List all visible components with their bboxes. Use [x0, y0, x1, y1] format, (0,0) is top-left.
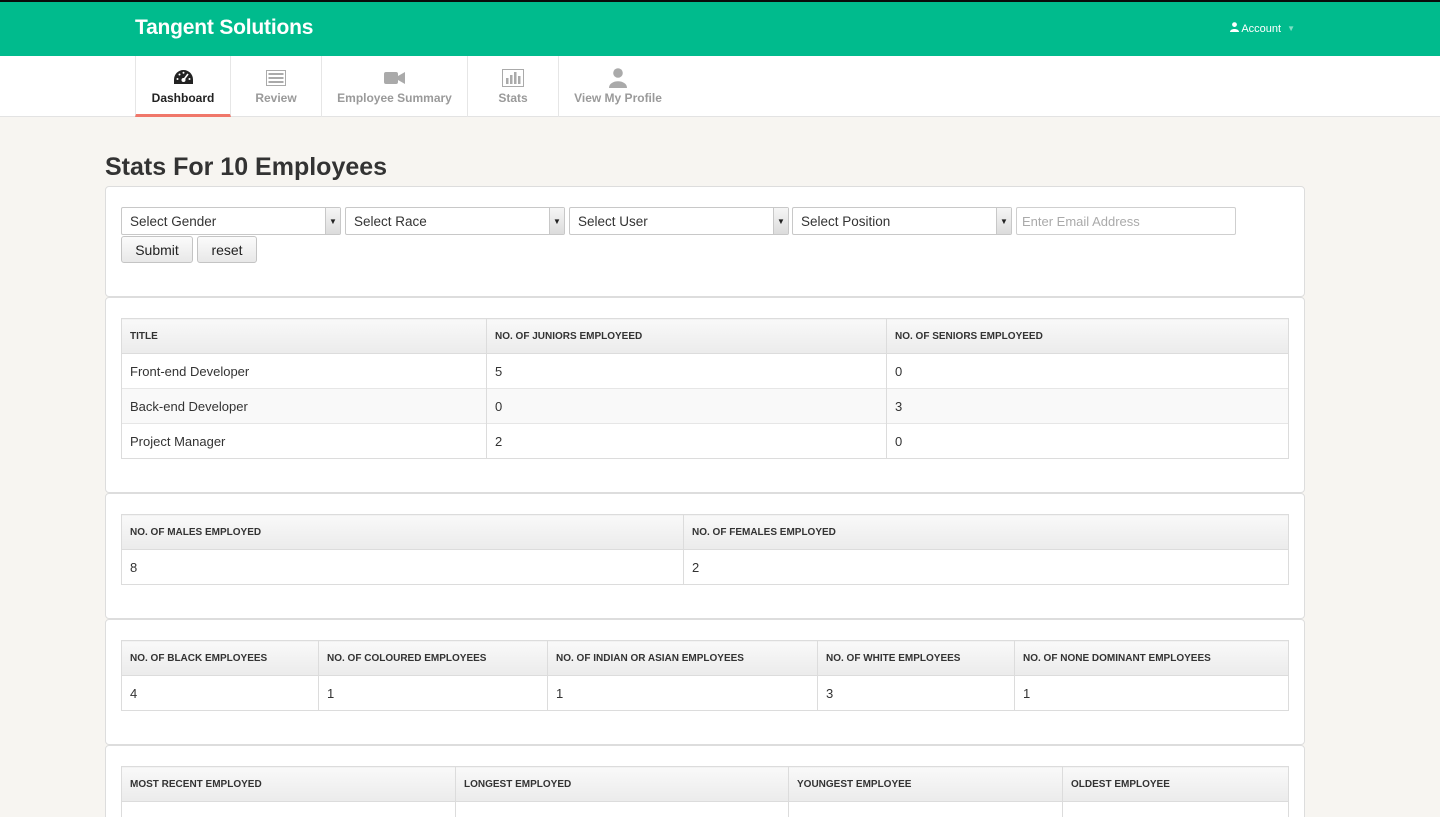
caret-down-icon: ▼	[1287, 24, 1295, 33]
table-cell: Front-end Developer	[121, 353, 487, 389]
race-select[interactable]: Select Race ▼	[345, 207, 565, 235]
table-cell: 0	[886, 353, 1289, 389]
table-cell	[455, 801, 789, 817]
gender-table: NO. OF MALES EMPLOYED NO. OF FEMALES EMP…	[121, 514, 1289, 585]
column-header: NO. OF COLOURED EMPLOYEES	[318, 640, 548, 676]
table-cell	[121, 801, 456, 817]
column-header: MOST RECENT EMPLOYED	[121, 766, 456, 802]
brand-title[interactable]: Tangent Solutions	[135, 16, 313, 40]
table-cell: 2	[683, 549, 1289, 585]
race-panel: NO. OF BLACK EMPLOYEES NO. OF COLOURED E…	[105, 619, 1305, 745]
table-row: Project Manager 2 0	[121, 423, 1289, 459]
select-arrow-icon: ▼	[773, 208, 788, 234]
table-cell: 8	[121, 549, 684, 585]
table-cell: Project Manager	[121, 423, 487, 459]
tab-dashboard[interactable]: Dashboard	[135, 56, 231, 117]
table-cell	[1062, 801, 1289, 817]
titles-panel: TITLE NO. OF JUNIORS EMPLOYEED NO. OF SE…	[105, 297, 1305, 493]
tab-label: Dashboard	[151, 91, 215, 105]
submit-button[interactable]: Submit	[121, 236, 193, 263]
table-row: 4 1 1 3 1	[121, 675, 1289, 711]
table-row	[121, 801, 1289, 817]
tab-view-my-profile[interactable]: View My Profile	[559, 56, 677, 117]
select-arrow-icon: ▼	[549, 208, 564, 234]
column-header: OLDEST EMPLOYEE	[1062, 766, 1289, 802]
table-header-row: NO. OF BLACK EMPLOYEES NO. OF COLOURED E…	[121, 640, 1289, 676]
tab-label: Review	[255, 91, 297, 105]
table-cell: 4	[121, 675, 319, 711]
table-row: Back-end Developer 0 3	[121, 388, 1289, 424]
filter-panel: Select Gender ▼ Select Race ▼ Select Use…	[105, 186, 1305, 297]
table-cell: 0	[486, 388, 887, 424]
column-header: NO. OF BLACK EMPLOYEES	[121, 640, 319, 676]
column-header: NO. OF INDIAN OR ASIAN EMPLOYEES	[547, 640, 818, 676]
select-arrow-icon: ▼	[325, 208, 340, 234]
table-header-row: MOST RECENT EMPLOYED LONGEST EMPLOYED YO…	[121, 766, 1289, 802]
column-header: NO. OF JUNIORS EMPLOYEED	[486, 318, 887, 354]
tab-label: View My Profile	[574, 91, 662, 105]
column-header: TITLE	[121, 318, 487, 354]
position-select[interactable]: Select Position ▼	[792, 207, 1012, 235]
page-title: Stats For 10 Employees	[105, 153, 388, 181]
titles-table: TITLE NO. OF JUNIORS EMPLOYEED NO. OF SE…	[121, 318, 1289, 459]
table-cell: 1	[1014, 675, 1289, 711]
column-header: NO. OF SENIORS EMPLOYEED	[886, 318, 1289, 354]
table-header-row: TITLE NO. OF JUNIORS EMPLOYEED NO. OF SE…	[121, 318, 1289, 354]
column-header: NO. OF MALES EMPLOYED	[121, 514, 684, 550]
select-arrow-icon: ▼	[996, 208, 1011, 234]
table-cell: 1	[547, 675, 818, 711]
gender-select-value: Select Gender	[130, 214, 217, 229]
video-camera-icon	[384, 68, 405, 88]
tab-label: Employee Summary	[337, 91, 452, 105]
column-header: YOUNGEST EMPLOYEE	[788, 766, 1063, 802]
email-input[interactable]	[1016, 207, 1236, 235]
user-select-value: Select User	[578, 214, 648, 229]
table-cell: Back-end Developer	[121, 388, 487, 424]
bar-chart-icon	[502, 68, 524, 88]
table-cell: 3	[886, 388, 1289, 424]
table-cell: 3	[817, 675, 1015, 711]
user-select[interactable]: Select User ▼	[569, 207, 789, 235]
table-header-row: NO. OF MALES EMPLOYED NO. OF FEMALES EMP…	[121, 514, 1289, 550]
user-icon	[609, 68, 627, 88]
gender-select[interactable]: Select Gender ▼	[121, 207, 341, 235]
table-cell: 1	[318, 675, 548, 711]
gender-panel: NO. OF MALES EMPLOYED NO. OF FEMALES EMP…	[105, 493, 1305, 619]
account-label: Account	[1241, 22, 1282, 35]
tab-stats[interactable]: Stats	[468, 56, 559, 117]
table-cell: 5	[486, 353, 887, 389]
table-cell: 2	[486, 423, 887, 459]
tab-label: Stats	[498, 91, 528, 105]
race-select-value: Select Race	[354, 214, 427, 229]
column-header: NO. OF FEMALES EMPLOYED	[683, 514, 1289, 550]
column-header: LONGEST EMPLOYED	[455, 766, 789, 802]
tab-employee-summary[interactable]: Employee Summary	[322, 56, 468, 117]
column-header: NO. OF NONE DOMINANT EMPLOYEES	[1014, 640, 1289, 676]
position-select-value: Select Position	[801, 214, 891, 229]
tab-review[interactable]: Review	[231, 56, 322, 117]
table-cell: 0	[886, 423, 1289, 459]
top-bar: Tangent Solutions Account ▼	[0, 0, 1440, 56]
list-icon	[266, 68, 286, 88]
column-header: NO. OF WHITE EMPLOYEES	[817, 640, 1015, 676]
reset-button[interactable]: reset	[197, 236, 257, 263]
table-row: 8 2	[121, 549, 1289, 585]
table-cell	[788, 801, 1063, 817]
nav-tabs: Dashboard Review Employee Summary Stats …	[0, 56, 1440, 117]
table-row: Front-end Developer 5 0	[121, 353, 1289, 389]
race-table: NO. OF BLACK EMPLOYEES NO. OF COLOURED E…	[121, 640, 1289, 711]
account-menu[interactable]: Account ▼	[1230, 22, 1295, 35]
user-icon	[1230, 22, 1240, 35]
tenure-panel: MOST RECENT EMPLOYED LONGEST EMPLOYED YO…	[105, 745, 1305, 817]
dashboard-gauge-icon	[173, 68, 194, 88]
tenure-table: MOST RECENT EMPLOYED LONGEST EMPLOYED YO…	[121, 766, 1289, 817]
